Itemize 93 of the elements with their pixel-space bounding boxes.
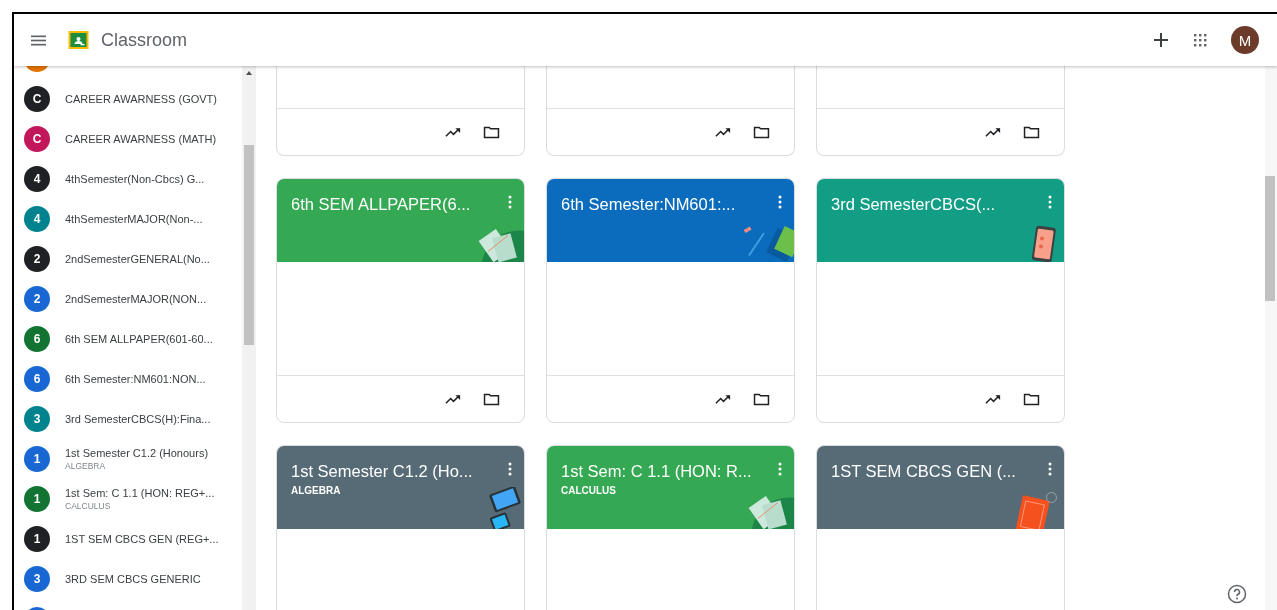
class-section: CALCULUS bbox=[561, 485, 794, 496]
class-name: 6th SEM ALLPAPER(601-60... bbox=[65, 333, 213, 345]
tablets-drawing bbox=[488, 487, 522, 529]
more-options-icon[interactable] bbox=[508, 462, 512, 476]
account-avatar[interactable]: M bbox=[1231, 26, 1259, 54]
class-name: 6th Semester:NM601:NON... bbox=[65, 373, 206, 385]
folder-icon[interactable] bbox=[483, 392, 500, 406]
class-name: 4thSemesterMAJOR(Non-... bbox=[65, 213, 203, 225]
phone-drawing bbox=[1031, 225, 1057, 262]
class-card[interactable]: 1st Sem: C 1.1 (HON: R... CALCULUS bbox=[546, 445, 795, 610]
class-avatar: 1 bbox=[24, 446, 50, 472]
class-name: 2ndSemesterMAJOR(NON... bbox=[65, 293, 207, 305]
pen-and-papers-drawing bbox=[743, 226, 794, 262]
class-name: 2ndSemesterGENERAL(No... bbox=[65, 253, 210, 265]
folder-icon[interactable] bbox=[1023, 392, 1040, 406]
folder-icon[interactable] bbox=[753, 392, 770, 406]
help-icon[interactable] bbox=[1227, 584, 1247, 604]
more-options-icon[interactable] bbox=[778, 462, 782, 476]
class-avatar: 3 bbox=[24, 566, 50, 592]
more-options-icon[interactable] bbox=[1048, 195, 1052, 209]
class-avatar: C bbox=[24, 86, 50, 112]
class-name: 3rd SemesterCBCS(H):Fina... bbox=[65, 413, 211, 425]
class-name: 1st Sem: C 1.1 (HON: REG+... bbox=[65, 487, 215, 499]
more-options-icon[interactable] bbox=[508, 195, 512, 209]
trending-up-icon[interactable] bbox=[985, 392, 1002, 406]
class-avatar: 3 bbox=[24, 406, 50, 432]
classroom-logo-icon[interactable] bbox=[68, 31, 89, 49]
card-banner[interactable]: 1st Sem: C 1.1 (HON: R... CALCULUS bbox=[547, 446, 794, 529]
app-name[interactable]: Classroom bbox=[101, 29, 188, 51]
class-avatar: 1 bbox=[24, 526, 50, 552]
sidebar-item[interactable]: C CAREER AWARNESS (MATH) bbox=[14, 119, 242, 159]
class-title[interactable]: 6th SEM ALLPAPER(6... bbox=[291, 195, 524, 214]
card-banner[interactable]: 3rd SemesterCBCS(... bbox=[817, 179, 1064, 262]
sidebar-item[interactable]: 6 6th Semester:NM601:NON... bbox=[14, 359, 242, 399]
class-name: 4thSemester(Non-Cbcs) G... bbox=[65, 173, 205, 185]
scrollbar[interactable] bbox=[242, 66, 256, 610]
trending-up-icon[interactable] bbox=[715, 125, 732, 139]
card-banner[interactable]: 1ST SEM CBCS GEN (... bbox=[817, 446, 1064, 529]
trending-up-icon[interactable] bbox=[985, 125, 1002, 139]
card-banner[interactable]: 6th Semester:NM601:... bbox=[547, 179, 794, 262]
sidebar-item[interactable]: C CAREER AWARNESS (GOVT) bbox=[14, 79, 242, 119]
folder-icon[interactable] bbox=[1023, 125, 1040, 139]
scroll-up-arrow-icon[interactable] bbox=[246, 71, 252, 75]
class-card[interactable]: 1st Semester C1.2 (Ho... ALGEBRA bbox=[276, 445, 525, 610]
folder-icon[interactable] bbox=[753, 125, 770, 139]
class-avatar: 6 bbox=[24, 326, 50, 352]
notebook-drawing bbox=[1015, 492, 1057, 529]
class-name: 3RD SEM CBCS GENERIC bbox=[65, 573, 201, 585]
sidebar-item[interactable]: 2 2ndSemesterMAJOR(NON... bbox=[14, 279, 242, 319]
more-options-icon[interactable] bbox=[778, 195, 782, 209]
trending-up-icon[interactable] bbox=[445, 392, 462, 406]
class-title[interactable]: 3rd SemesterCBCS(... bbox=[831, 195, 1064, 214]
class-avatar: 4 bbox=[24, 166, 50, 192]
sidebar-item[interactable]: 6 6th SEM ALLPAPER(601-60... bbox=[14, 319, 242, 359]
class-card[interactable]: 6th Semester:NM601:... bbox=[546, 178, 795, 423]
sidebar-item[interactable]: 3 3RD SEM CBCS GENERIC bbox=[14, 559, 242, 599]
sidebar-item[interactable]: 1 1ST SEM CBCS GEN (REG+... bbox=[14, 519, 242, 559]
card-banner[interactable]: 6th SEM ALLPAPER(6... bbox=[277, 179, 524, 262]
class-card[interactable]: 1ST SEM CBCS GEN (... bbox=[816, 445, 1065, 610]
sidebar-item[interactable]: 1 1st Semester C1.2 (Honours) ALGEBRA bbox=[14, 439, 242, 479]
class-avatar: 1 bbox=[24, 486, 50, 512]
class-card[interactable]: 6th SEM ALLPAPER(6... bbox=[276, 178, 525, 423]
class-section: ALGEBRA bbox=[65, 461, 209, 471]
sidebar-item[interactable]: 2 2ndSemesterGENERAL(No... bbox=[14, 239, 242, 279]
class-name: 1st Semester C1.2 (Honours) bbox=[65, 447, 209, 459]
card-banner[interactable]: 1st Semester C1.2 (Ho... ALGEBRA bbox=[277, 446, 524, 529]
folder-icon[interactable] bbox=[483, 125, 500, 139]
trending-up-icon[interactable] bbox=[715, 392, 732, 406]
apps-grid-icon[interactable] bbox=[1193, 33, 1207, 47]
class-title[interactable]: 1st Sem: C 1.1 (HON: R... bbox=[561, 462, 794, 481]
sidebar-item[interactable]: 3 3rd SemesterCBCS(H):Fina... bbox=[14, 399, 242, 439]
class-title[interactable]: 1st Semester C1.2 (Ho... bbox=[291, 462, 524, 481]
plus-icon[interactable] bbox=[1154, 33, 1168, 47]
class-name: CAREER AWARNESS (MATH) bbox=[65, 133, 217, 145]
scrollbar[interactable] bbox=[1265, 66, 1277, 610]
class-section: CALCULUS bbox=[65, 501, 215, 511]
class-name: CAREER AWARNESS (GOVT) bbox=[65, 93, 217, 105]
class-card[interactable]: 3rd SemesterCBCS(... bbox=[816, 178, 1065, 423]
class-avatar: 2 bbox=[24, 246, 50, 272]
sidebar-item[interactable]: 1 1st Sem: C 1.1 (HON: REG+... CALCULUS bbox=[14, 479, 242, 519]
trending-up-icon[interactable] bbox=[445, 125, 462, 139]
class-avatar: 4 bbox=[24, 206, 50, 232]
sidebar-item[interactable]: 4 4thSemesterMAJOR(Non-... bbox=[14, 199, 242, 239]
class-title[interactable]: 1ST SEM CBCS GEN (... bbox=[831, 462, 1064, 481]
class-name: 1ST SEM CBCS GEN (REG+... bbox=[65, 533, 219, 545]
more-options-icon[interactable] bbox=[1048, 462, 1052, 476]
menu-icon[interactable] bbox=[31, 34, 46, 46]
sidebar-item[interactable]: 4 4thSemester(Non-Cbcs) G... bbox=[14, 159, 242, 199]
class-avatar: C bbox=[24, 126, 50, 152]
class-avatar: 2 bbox=[24, 286, 50, 312]
class-title[interactable]: 6th Semester:NM601:... bbox=[561, 195, 794, 214]
class-section: ALGEBRA bbox=[291, 485, 524, 496]
class-avatar: 6 bbox=[24, 366, 50, 392]
